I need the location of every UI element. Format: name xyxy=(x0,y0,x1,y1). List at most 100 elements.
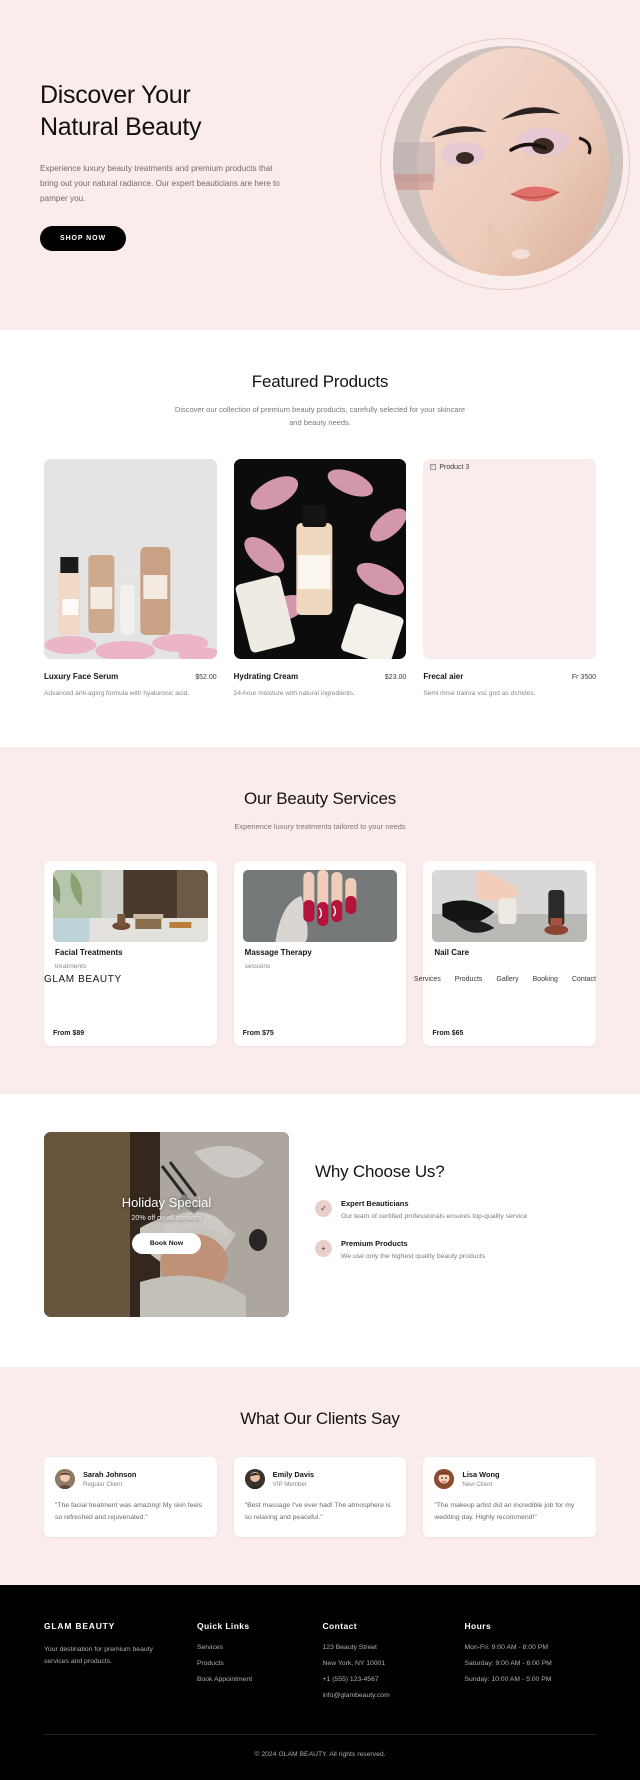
testimonial-head: Emily Davis VIP Member xyxy=(244,1469,396,1490)
featured-products-title: Featured Products xyxy=(251,372,389,391)
page-title: Discover Your Natural Beauty xyxy=(40,79,295,143)
footer-hours-weekday: Mon-Fri: 9:00 AM - 8:00 PM xyxy=(464,1644,548,1652)
feature-name: Premium Products xyxy=(341,1239,408,1249)
brand-logo[interactable]: GLAM BEAUTY xyxy=(44,974,122,985)
footer-hours-list: Mon-Fri: 9:00 AM - 8:00 PM Saturday: 9:0… xyxy=(465,1644,596,1683)
testimonial-quote: "The facial treatment was amazing! My sk… xyxy=(55,1502,203,1521)
broken-image-alt-text: Product 3 xyxy=(439,463,470,471)
footer-contact-column: Contact 123 Beauty Street New York, NY 1… xyxy=(323,1621,449,1708)
nav-link-products[interactable]: Products xyxy=(455,976,483,983)
testimonial-role: VIP Member xyxy=(272,1481,307,1489)
featured-products-section: Featured Products Discover our collectio… xyxy=(0,330,640,748)
product-name: Luxury Face Serum xyxy=(44,672,119,682)
services-subtitle: Experience luxury treatments tailored to… xyxy=(234,822,406,832)
footer-divider xyxy=(44,1734,596,1736)
testimonial-role: Regular Client xyxy=(83,1481,123,1489)
product-grid: Luxury Face Serum $52.00 Advanced anti-a… xyxy=(44,459,596,699)
testimonials-title: What Our Clients Say xyxy=(240,1409,400,1429)
promo-title: Holiday Special xyxy=(121,1195,212,1211)
service-price: From $89 xyxy=(53,1030,85,1038)
hero-section: Discover Your Natural Beauty Experience … xyxy=(0,0,640,330)
footer-quicklinks-column: Quick Links Services Products Book Appoi… xyxy=(197,1621,307,1708)
footer-contact-list: 123 Beauty Street New York, NY 10001 +1 … xyxy=(323,1644,449,1699)
product-image-broken: Product 3 xyxy=(423,459,596,660)
avatar xyxy=(55,1469,75,1490)
product-card[interactable]: Luxury Face Serum $52.00 Advanced anti-a… xyxy=(44,459,217,699)
featured-products-subtitle: Discover our collection of premium beaut… xyxy=(174,405,466,428)
copyright: © 2024 GLAM BEAUTY. All rights reserved. xyxy=(254,1751,386,1759)
footer-hours-sunday: Sunday: 10:00 AM - 5:00 PM xyxy=(464,1676,552,1684)
avatar xyxy=(434,1469,455,1490)
feature-description: Our team of certified professionals ensu… xyxy=(341,1213,528,1221)
footer-brand: GLAM BEAUTY xyxy=(44,1621,116,1632)
beauty-services-section: Our Beauty Services Experience luxury tr… xyxy=(0,747,640,1095)
service-card[interactable]: Facial Treatments treatments From $89 xyxy=(44,861,217,1047)
service-title: Facial Treatments xyxy=(55,948,123,958)
list-item: Book Appointment xyxy=(197,1676,307,1683)
avatar xyxy=(244,1469,265,1490)
service-title: Nail Care xyxy=(434,948,470,958)
footer-link-services[interactable]: Services xyxy=(197,1644,307,1651)
service-image xyxy=(53,870,208,943)
book-now-button[interactable]: Book Now xyxy=(131,1233,202,1255)
broken-image-placeholder: Product 3 xyxy=(429,463,469,471)
service-card[interactable]: Nail Care From $65 xyxy=(423,861,596,1047)
footer-link-products[interactable]: Products xyxy=(197,1660,307,1667)
footer-address-city: New York, NY 10001 xyxy=(322,1660,386,1668)
testimonial-head: Lisa Wong New Client xyxy=(434,1469,585,1490)
testimonial-quote: "The makeup artist did an incredible job… xyxy=(434,1502,575,1521)
service-card[interactable]: Massage Therapy sessions From $75 xyxy=(233,861,407,1047)
promo-subtitle: 20% off on all services xyxy=(131,1215,202,1223)
service-image xyxy=(242,870,398,943)
site-footer: GLAM BEAUTY Your destination for premium… xyxy=(0,1585,640,1780)
product-meta: Luxury Face Serum $52.00 xyxy=(44,672,217,681)
promo-card[interactable]: Holiday Special 20% off on all services … xyxy=(44,1132,289,1318)
hero-copy: Discover Your Natural Beauty Experience … xyxy=(40,79,295,252)
plus-icon: + xyxy=(315,1240,332,1258)
testimonials-section: What Our Clients Say Sarah Johnson Regul… xyxy=(0,1367,640,1586)
service-price: From $75 xyxy=(242,1030,274,1038)
nav-links: Services Products Gallery Booking Contac… xyxy=(414,976,596,983)
testimonial-grid: Sarah Johnson Regular Client "The facial… xyxy=(44,1457,596,1538)
footer-email[interactable]: info@glambeauty.com xyxy=(323,1692,449,1699)
product-description: Advanced anti-aging formula with hyaluro… xyxy=(44,690,190,698)
product-card[interactable]: Product 3 Frecal aier Fr 3500 Semi mrse … xyxy=(423,459,596,699)
nav-link-booking[interactable]: Booking xyxy=(533,976,558,983)
footer-hours-heading: Hours xyxy=(464,1621,492,1632)
product-description: Semi mrse tralnra vsc gnd as dsmdes. xyxy=(423,690,536,698)
why-choose-us-section: Holiday Special 20% off on all services … xyxy=(0,1094,640,1368)
testimonial-name: Sarah Johnson xyxy=(83,1470,137,1480)
footer-address-street: 123 Beauty Street xyxy=(322,1644,377,1652)
product-name: Hydrating Cream xyxy=(233,672,299,682)
why-choose-copy: Why Choose Us? ✓ Expert Beauticians Our … xyxy=(315,1132,596,1262)
service-description: sessions xyxy=(244,963,271,971)
shop-now-button[interactable]: SHOP NOW xyxy=(40,226,126,252)
service-title: Massage Therapy xyxy=(244,948,312,958)
hero-portrait-image xyxy=(393,46,623,276)
footer-link-book-appointment[interactable]: Book Appointment xyxy=(197,1676,307,1683)
site-nav-overlay: GLAM BEAUTY Services Products Gallery Bo… xyxy=(44,974,596,985)
hero-subtitle: Experience luxury beauty treatments and … xyxy=(40,163,280,204)
list-item: Services xyxy=(197,1644,307,1651)
list-item: Sunday: 10:00 AM - 5:00 PM xyxy=(465,1676,596,1683)
nav-link-gallery[interactable]: Gallery xyxy=(496,976,518,983)
feature-name: Expert Beauticians xyxy=(341,1199,409,1209)
product-price: $23.00 xyxy=(384,674,407,682)
feature-item: + Premium Products We use only the highe… xyxy=(315,1239,596,1262)
product-image xyxy=(233,459,407,660)
nav-link-services[interactable]: Services xyxy=(414,976,441,983)
footer-phone[interactable]: +1 (555) 123-4567 xyxy=(323,1676,449,1683)
service-description: treatments xyxy=(55,963,87,971)
hero-title-line-2: Natural Beauty xyxy=(40,112,202,141)
testimonial-card: Emily Davis VIP Member "Best massage I'v… xyxy=(233,1457,407,1538)
services-title: Our Beauty Services xyxy=(243,789,397,809)
testimonial-quote: "Best massage I've ever had! The atmosph… xyxy=(244,1502,391,1521)
product-card[interactable]: Hydrating Cream $23.00 24-hour moisture … xyxy=(233,459,407,699)
promo-overlay: Holiday Special 20% off on all services … xyxy=(44,1132,289,1318)
product-meta: Hydrating Cream $23.00 xyxy=(234,672,407,681)
footer-quicklinks-list: Services Products Book Appointment xyxy=(197,1644,307,1683)
footer-quicklinks-heading: Quick Links xyxy=(196,1621,250,1632)
list-item: Mon-Fri: 9:00 AM - 8:00 PM xyxy=(465,1644,596,1651)
testimonial-name: Lisa Wong xyxy=(462,1470,500,1480)
nav-link-contact[interactable]: Contact xyxy=(572,976,596,983)
